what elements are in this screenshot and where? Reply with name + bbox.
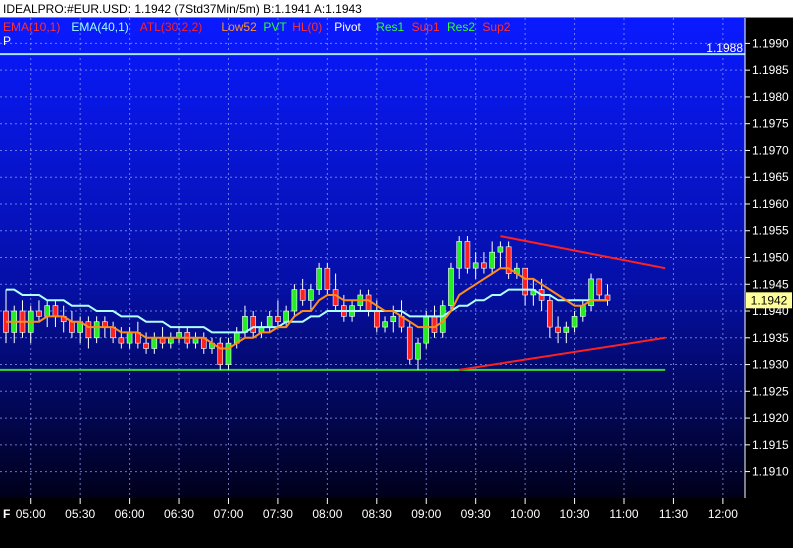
x-tick-label: 09:00 <box>411 507 441 521</box>
legend-item-8: Sup1 <box>412 20 440 34</box>
candle-body <box>283 310 289 323</box>
candle-body <box>118 337 125 344</box>
candle-body <box>275 316 281 323</box>
y-tick-label: 1.1925 <box>752 384 789 398</box>
legend-item-4: PVT <box>263 20 287 34</box>
y-tick-label: 1.1915 <box>752 438 789 452</box>
y-tick-label: 1.1965 <box>752 170 789 184</box>
legend-item-3: Low52 <box>221 20 257 34</box>
candle-body <box>126 332 133 344</box>
legend-item-5: HL(0) <box>292 20 322 34</box>
y-tick-label: 1.1990 <box>752 36 789 50</box>
x-tick-label: 08:00 <box>312 507 342 521</box>
x-tick-label: 06:30 <box>164 507 194 521</box>
x-tick-label: 10:30 <box>560 507 590 521</box>
x-tick-label: 10:00 <box>510 507 540 521</box>
candle-body <box>143 342 149 349</box>
pivot-line-label: 1.1988 <box>706 41 743 55</box>
y-tick-label: 1.1930 <box>752 358 789 372</box>
x-axis-panel <box>0 498 793 548</box>
candle-body <box>36 310 42 317</box>
x-tick-label: 08:30 <box>362 507 392 521</box>
candle-body <box>299 289 306 301</box>
y-tick-label: 1.1935 <box>752 331 789 345</box>
title-text: IDEALPRO:#EUR.USD: 1.1942 (7Std37Min/5m)… <box>3 2 362 16</box>
last-price-label: 1.1942 <box>751 293 788 307</box>
legend-item-7: Res1 <box>376 20 404 34</box>
candle-body <box>423 316 430 344</box>
candle-body <box>324 267 331 290</box>
candle-body <box>464 241 471 269</box>
last-price-tag: 1.1942 <box>746 292 792 309</box>
candle-body <box>242 316 248 333</box>
legend-item-0: EMA(10,1) <box>3 20 60 34</box>
candle-body <box>563 326 570 333</box>
candle-body <box>472 262 479 269</box>
candle-body <box>555 326 561 333</box>
x-tick-label: 11:30 <box>659 507 688 521</box>
y-tick-label: 1.1975 <box>752 117 789 131</box>
y-tick-label: 1.1950 <box>752 251 789 265</box>
x-tick-label: 12:00 <box>708 507 738 521</box>
y-tick-label: 1.1985 <box>752 63 789 77</box>
candle-body <box>579 305 586 317</box>
y-tick-label: 1.1920 <box>752 411 789 425</box>
candle-body <box>415 342 421 360</box>
candle-body <box>522 267 528 296</box>
candle-body <box>382 321 388 328</box>
x-tick-label: 07:30 <box>263 507 293 521</box>
y-tick-label: 1.1910 <box>752 465 789 479</box>
y-tick-label: 1.1960 <box>752 197 789 211</box>
candle-body <box>390 316 397 323</box>
x-tick-label: 07:00 <box>213 507 243 521</box>
candle-body <box>547 300 553 328</box>
y-tick-label: 1.1970 <box>752 143 789 157</box>
legend-item-1: EMA(40,1) <box>71 20 128 34</box>
candle-body <box>85 321 92 339</box>
candle-body <box>571 316 578 328</box>
candle-body <box>250 316 256 333</box>
y-tick-label: 1.1955 <box>752 224 789 238</box>
candle-body <box>316 267 322 290</box>
legend-item-10: Sup2 <box>482 20 510 34</box>
candle-body <box>373 310 380 328</box>
x-tick-label: 05:00 <box>16 507 46 521</box>
x-tick-label: 05:30 <box>65 507 95 521</box>
candle-body <box>489 251 495 269</box>
legend-item-2: ATL(30,2,2) <box>140 20 202 34</box>
legend-item-6: Pivot <box>334 20 361 34</box>
candlestick-chart[interactable]: EMA(10,1) EMA(40,1) ATL(30,2,2) Low52 PVT HL(… <box>0 18 793 548</box>
candle-body <box>481 262 487 269</box>
candle-body <box>406 326 413 360</box>
bottom-pane-label: F <box>3 507 10 521</box>
candle-body <box>44 305 51 317</box>
candle-body <box>308 289 314 301</box>
legend-item-9: Res2 <box>447 20 475 34</box>
candle-body <box>456 241 463 269</box>
chart-title-bar: IDEALPRO:#EUR.USD: 1.1942 (7Std37Min/5m)… <box>0 0 793 18</box>
x-tick-label: 11:00 <box>609 507 638 521</box>
candle-body <box>431 316 438 333</box>
y-tick-label: 1.1945 <box>752 277 789 291</box>
top-pane-label: P <box>3 34 11 48</box>
candle-body <box>497 246 504 253</box>
candle-body <box>93 321 100 339</box>
x-tick-label: 09:30 <box>461 507 491 521</box>
candle-body <box>69 321 75 333</box>
candle-body <box>365 294 372 312</box>
candle-body <box>291 289 298 312</box>
x-tick-label: 06:00 <box>115 507 145 521</box>
y-tick-label: 1.1980 <box>752 90 789 104</box>
candle-body <box>448 267 454 306</box>
candle-body <box>52 305 59 317</box>
candle-body <box>151 337 158 349</box>
candle-body <box>332 289 339 306</box>
candle-body <box>596 278 603 296</box>
candle-body <box>266 316 273 328</box>
